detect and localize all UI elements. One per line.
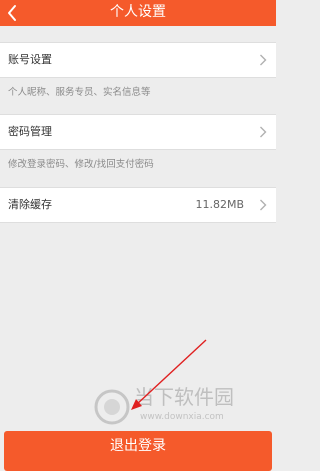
cache-size-value: 11.82MB: [195, 198, 244, 211]
watermark-url: www.downxia.com: [140, 412, 224, 422]
clear-cache-label: 清除缓存: [8, 198, 52, 211]
watermark-logo: [94, 389, 130, 425]
account-settings-row[interactable]: 账号设置: [0, 42, 276, 78]
chevron-right-icon: [260, 199, 267, 211]
account-settings-label: 账号设置: [8, 53, 52, 66]
chevron-right-icon: [260, 54, 267, 66]
password-management-hint: 修改登录密码、修改/找回支付密码: [8, 159, 154, 170]
site-watermark: 当下软件园 www.downxia.com: [92, 383, 264, 429]
clear-cache-row[interactable]: 清除缓存 11.82MB: [0, 187, 276, 223]
top-bar: 个人设置: [0, 0, 276, 26]
chevron-right-icon: [260, 126, 267, 138]
logout-button[interactable]: 退出登录: [4, 431, 272, 471]
watermark-name: 当下软件园: [134, 385, 234, 409]
password-management-label: 密码管理: [8, 125, 52, 138]
page-title: 个人设置: [110, 4, 166, 20]
logout-label: 退出登录: [110, 438, 166, 454]
account-settings-hint: 个人昵称、服务专员、实名信息等: [8, 87, 151, 98]
password-management-row[interactable]: 密码管理: [0, 114, 276, 150]
